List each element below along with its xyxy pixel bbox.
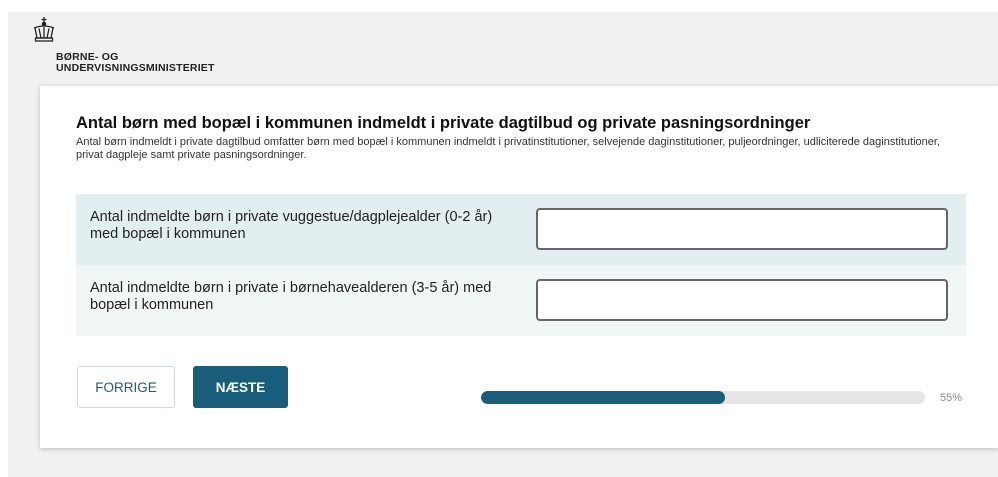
input-children-3-5[interactable] [536,279,948,321]
progress-percent-label: 55% [940,392,963,404]
field-label-3-5: Antal indmeldte børn i private i børneha… [90,280,492,313]
form-row: Antal indmeldte børn i private i børneha… [76,265,966,336]
next-button[interactable]: NÆSTE [193,366,288,408]
ministry-name: BØRNE- OG UNDERVISNINGSMINISTERIET [56,52,215,74]
ministry-name-line-2: UNDERVISNINGSMINISTERIET [56,62,215,74]
input-children-0-2[interactable] [536,208,948,250]
page-title: Antal børn med bopæl i kommunen indmeldt… [76,114,811,132]
page-description: Antal børn indmeldt i private dagtilbud … [76,136,940,161]
progress-bar-fill [481,391,726,404]
form-row: Antal indmeldte børn i private vuggestue… [76,194,966,265]
progress-bar [481,391,925,404]
crown-icon [31,16,57,44]
field-label-0-2: Antal indmeldte børn i private vuggestue… [90,209,493,242]
previous-button[interactable]: FORRIGE [77,366,175,408]
